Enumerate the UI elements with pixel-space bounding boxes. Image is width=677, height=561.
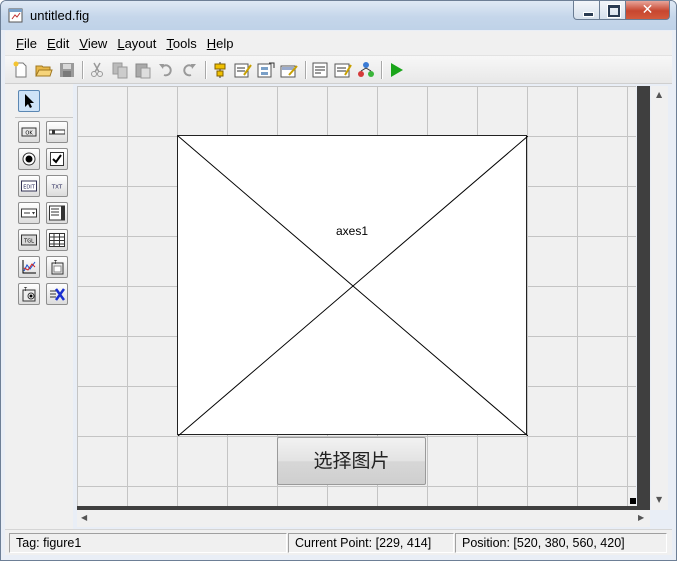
toolbar — [5, 56, 672, 84]
scroll-down-icon[interactable]: ▼ — [656, 495, 662, 504]
component-palette: OK EDIT TXT TGL T T — [5, 84, 73, 529]
palette-listbox[interactable] — [46, 202, 68, 224]
cut-icon[interactable] — [88, 61, 106, 79]
palette-toggle-button[interactable]: TGL — [18, 229, 40, 251]
redo-icon[interactable] — [180, 61, 198, 79]
new-icon[interactable] — [12, 61, 30, 79]
axes1-placeholder[interactable]: axes1 — [177, 135, 528, 436]
tab-order-icon[interactable] — [257, 61, 275, 79]
scroll-up-icon[interactable]: ▲ — [656, 90, 662, 99]
palette-push-button[interactable]: OK — [18, 121, 40, 143]
status-position: Position: [520, 380, 560, 420] — [455, 533, 667, 553]
axes-tag-label: axes1 — [335, 224, 369, 238]
layout-canvas[interactable]: axes1 选择图片 — [77, 86, 636, 506]
svg-text:TXT: TXT — [51, 185, 63, 191]
scroll-left-icon[interactable]: ◀ — [81, 513, 87, 522]
svg-text:OK: OK — [25, 131, 33, 137]
canvas-right-edge — [637, 86, 650, 510]
status-tag: Tag: figure1 — [9, 533, 287, 553]
palette-button-group[interactable]: T — [18, 283, 40, 305]
palette-slider[interactable] — [46, 121, 68, 143]
palette-axes[interactable] — [18, 256, 40, 278]
open-icon[interactable] — [35, 61, 53, 79]
close-icon: ✕ — [641, 2, 654, 18]
undo-icon[interactable] — [157, 61, 175, 79]
palette-checkbox[interactable] — [46, 148, 68, 170]
align-icon[interactable] — [211, 61, 229, 79]
menu-help[interactable]: Help — [207, 36, 234, 51]
copy-icon[interactable] — [111, 61, 129, 79]
mfile-editor-icon[interactable] — [311, 61, 329, 79]
matlab-fig-icon — [8, 7, 24, 23]
close-button[interactable]: ✕ — [626, 1, 670, 20]
run-icon[interactable] — [387, 61, 405, 79]
menu-edit[interactable]: Edit — [47, 36, 69, 51]
menu-file[interactable]: File — [16, 36, 37, 51]
menu-layout[interactable]: Layout — [117, 36, 156, 51]
paste-icon[interactable] — [134, 61, 152, 79]
menu-editor-icon[interactable] — [234, 61, 252, 79]
palette-panel[interactable]: T — [46, 256, 68, 278]
palette-radio-button[interactable] — [18, 148, 40, 170]
menu-tools[interactable]: Tools — [166, 36, 196, 51]
save-icon[interactable] — [58, 61, 76, 79]
window-title: untitled.fig — [30, 8, 90, 23]
minimize-button[interactable] — [573, 1, 600, 20]
palette-edit-text[interactable]: EDIT — [18, 175, 40, 197]
svg-text:TGL: TGL — [23, 239, 34, 245]
object-browser-icon[interactable] — [357, 61, 375, 79]
title-bar[interactable]: untitled.fig ✕ — [1, 1, 676, 30]
palette-static-text[interactable]: TXT — [46, 175, 68, 197]
figure-resize-handle[interactable] — [630, 498, 636, 504]
select-image-button[interactable]: 选择图片 — [277, 437, 426, 485]
status-bar: Tag: figure1 Current Point: [229, 414] P… — [5, 529, 672, 555]
svg-text:EDIT: EDIT — [23, 185, 35, 191]
maximize-button[interactable] — [600, 1, 626, 20]
property-inspector-icon[interactable] — [334, 61, 352, 79]
maximize-icon — [607, 4, 621, 18]
vertical-scrollbar[interactable]: ▲ ▼ — [651, 86, 668, 510]
minimize-icon — [583, 12, 594, 17]
palette-select-tool[interactable] — [18, 90, 40, 112]
status-current-point: Current Point: [229, 414] — [288, 533, 454, 553]
palette-activex[interactable] — [46, 283, 68, 305]
palette-popup-menu[interactable] — [18, 202, 40, 224]
toolbar-editor-icon[interactable] — [280, 61, 298, 79]
menu-bar: File Edit View Layout Tools Help — [5, 31, 672, 56]
guide-window: untitled.fig ✕ File Edit View Layout Too… — [0, 0, 677, 561]
menu-view[interactable]: View — [79, 36, 107, 51]
horizontal-scrollbar[interactable]: ◀ ▶ — [77, 510, 650, 527]
scroll-right-icon[interactable]: ▶ — [638, 513, 644, 522]
palette-table[interactable] — [46, 229, 68, 251]
